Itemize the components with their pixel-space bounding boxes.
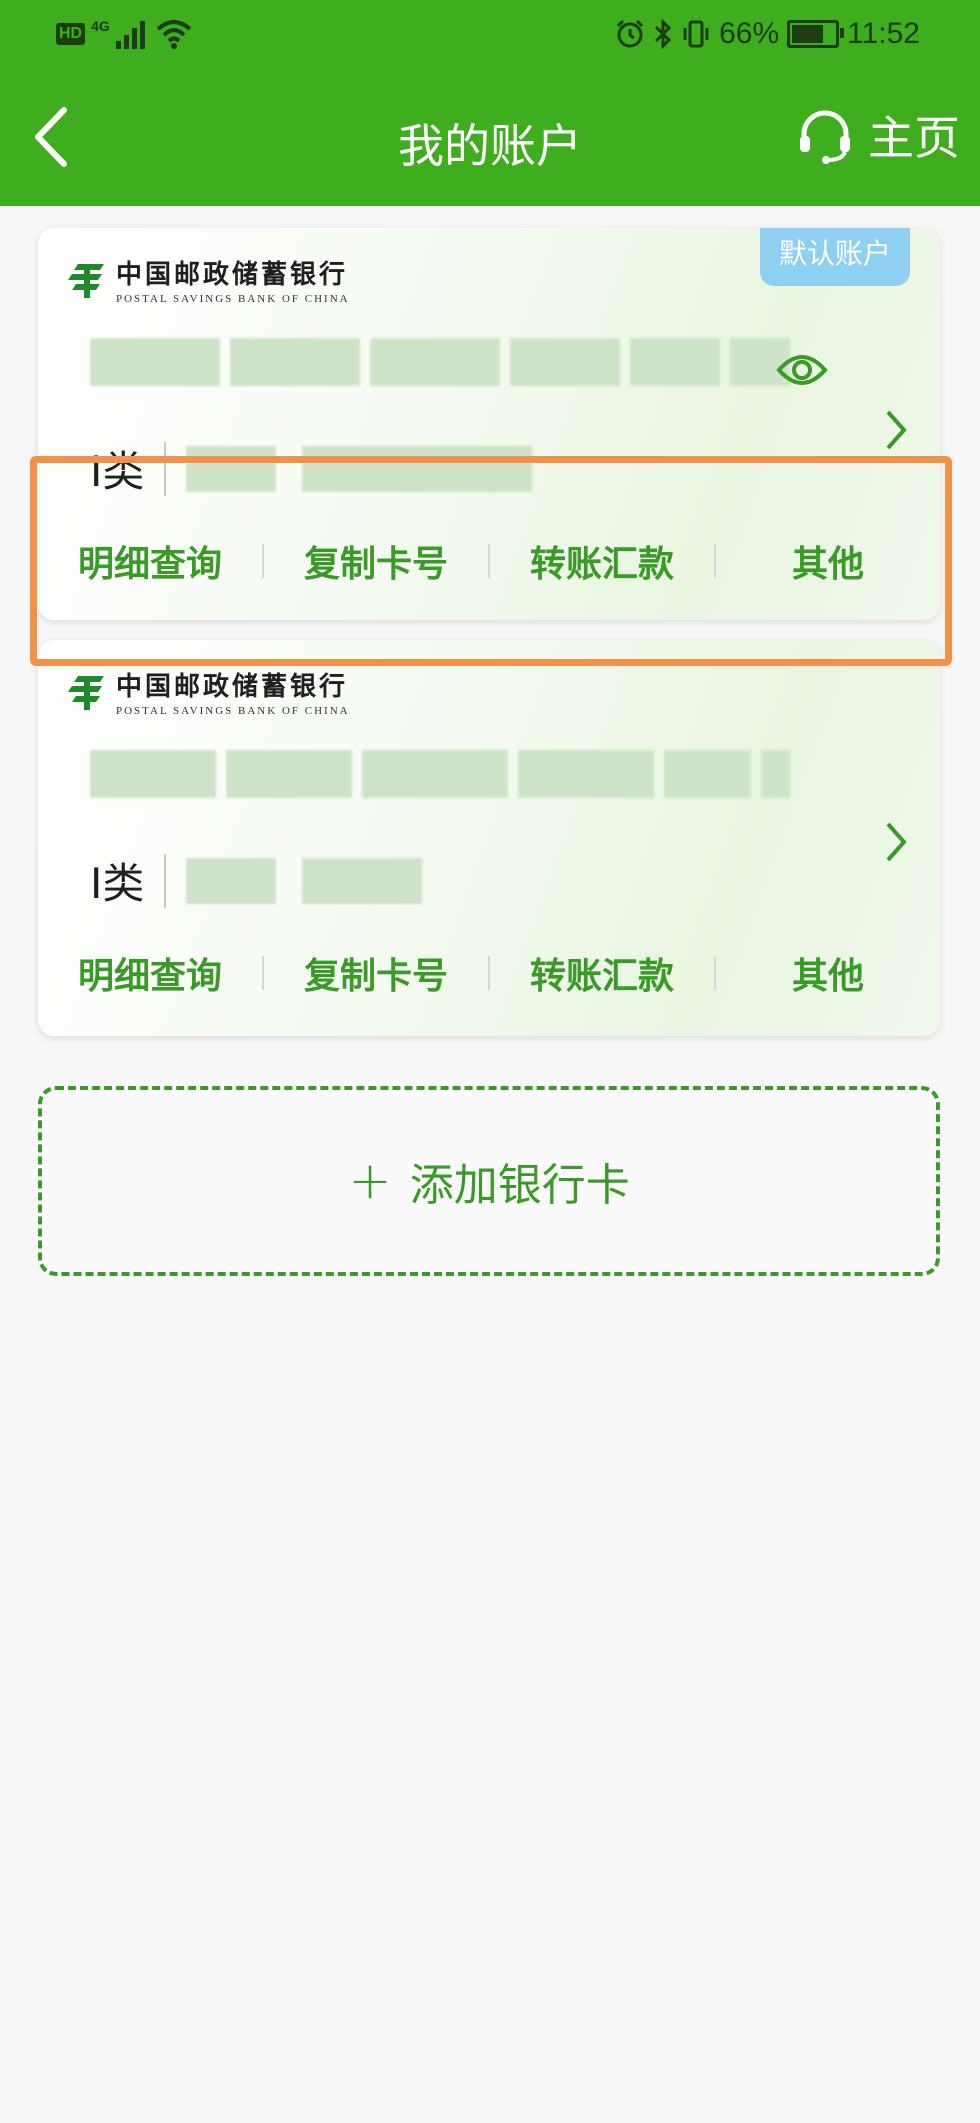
bank-name-en: POSTAL SAVINGS BANK OF CHINA (116, 705, 350, 717)
status-time: 11:52 (847, 17, 920, 50)
card-type-label: I类 (90, 859, 145, 908)
card-number-masked (90, 750, 791, 798)
card-type-row: I类 (90, 850, 423, 911)
bank-name-cn: 中国邮政储蓄银行 (116, 260, 349, 290)
signal-icon (115, 21, 145, 49)
vibrate-icon (683, 20, 709, 48)
card-balance-masked (186, 857, 423, 904)
postal-bank-logo-icon (68, 675, 104, 710)
other-button[interactable]: 其他 (716, 947, 940, 999)
add-bank-card-button[interactable]: + 添加银行卡 (38, 1086, 940, 1276)
chevron-right-icon[interactable] (884, 408, 908, 452)
home-label: 主页 (868, 111, 960, 165)
postal-bank-logo-icon (68, 263, 104, 298)
status-bar: HD 4G 66% 11:52 (0, 0, 980, 68)
bank-logo: 中国邮政储蓄银行 POSTAL SAVINGS BANK OF CHINA (64, 254, 350, 305)
bluetooth-icon (655, 19, 672, 49)
battery-icon (787, 20, 845, 48)
status-left: HD 4G (56, 14, 192, 54)
network-type: 4G (91, 18, 110, 34)
headset-icon (800, 110, 850, 164)
eye-icon[interactable] (776, 350, 828, 390)
card-number-masked (90, 338, 790, 386)
plus-icon: + (348, 1151, 392, 1211)
card-actions: 明细查询 复制卡号 转账汇款 其他 (38, 938, 940, 1008)
highlight-frame (30, 456, 952, 666)
hd-badge: HD (56, 23, 86, 45)
battery-percent: 66% (719, 17, 780, 50)
bank-logo: 中国邮政储蓄银行 POSTAL SAVINGS BANK OF CHINA (64, 666, 350, 717)
transfer-button[interactable]: 转账汇款 (490, 947, 714, 999)
copy-card-number-button[interactable]: 复制卡号 (264, 947, 488, 999)
home-button[interactable]: 主页 (796, 102, 960, 168)
alarm-icon (617, 19, 644, 48)
chevron-right-icon[interactable] (884, 820, 908, 864)
wifi-icon (156, 20, 192, 49)
add-bank-card-label: 添加银行卡 (409, 1160, 630, 1211)
bank-name-en: POSTAL SAVINGS BANK OF CHINA (116, 293, 350, 305)
nav-bar: 我的账户 主页 (0, 68, 980, 206)
detail-query-button[interactable]: 明细查询 (38, 947, 262, 999)
default-account-badge: 默认账户 (760, 228, 910, 286)
bank-name-cn: 中国邮政储蓄银行 (116, 672, 349, 702)
bank-card-2[interactable]: 中国邮政储蓄银行 POSTAL SAVINGS BANK OF CHINA I类… (38, 640, 940, 1036)
status-right: 66% 11:52 (615, 14, 920, 54)
